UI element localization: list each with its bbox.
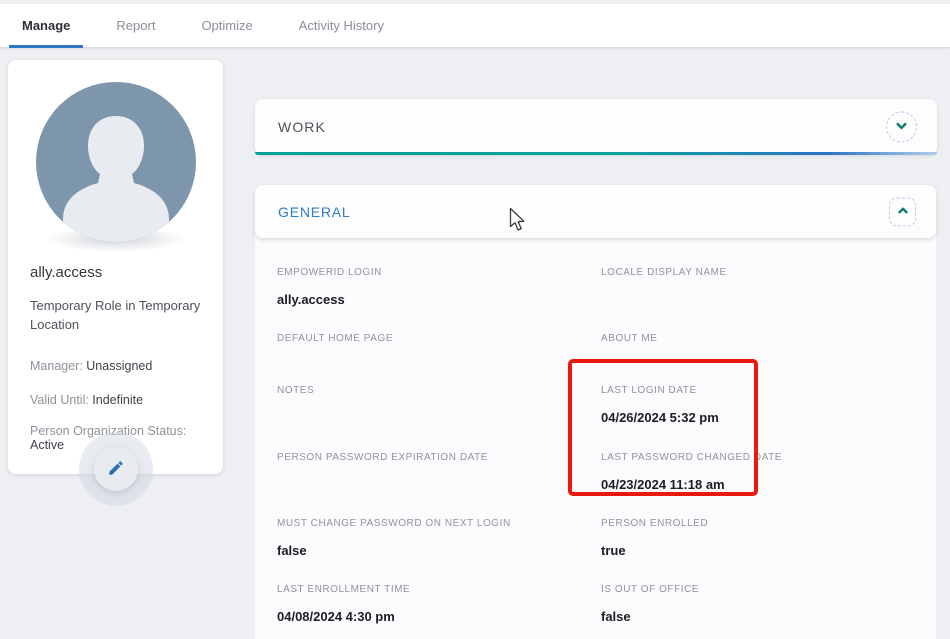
field-value: false [601,609,913,624]
field-person-enrolled: PERSON ENROLLED true [601,518,913,584]
field-is-out-of-office: IS OUT OF OFFICE false [601,584,913,639]
field-locale-display-name: LOCALE DISPLAY NAME [601,267,913,333]
field-label: PERSON ENROLLED [601,518,913,530]
tab-optimize[interactable]: Optimize [191,4,262,47]
section-general: GENERAL EMPOWERID LOGIN ally.access LOCA… [255,185,936,639]
field-label: EMPOWERID LOGIN [277,267,601,279]
valid-until-value: Indefinite [92,393,143,407]
field-last-login-date: LAST LOGIN DATE 04/26/2024 5:32 pm [601,385,913,452]
field-label: LOCALE DISPLAY NAME [601,267,913,279]
field-notes: NOTES [277,385,601,452]
field-empowerid-login: EMPOWERID LOGIN ally.access [277,267,601,333]
field-label: DEFAULT HOME PAGE [277,333,601,345]
org-status-value: Active [30,438,64,452]
field-default-home-page: DEFAULT HOME PAGE [277,333,601,385]
work-expand-button[interactable] [886,112,917,143]
field-must-change-password: MUST CHANGE PASSWORD ON NEXT LOGIN false [277,518,601,584]
field-last-enrollment-time: LAST ENROLLMENT TIME 04/08/2024 4:30 pm [277,584,601,639]
field-label: PERSON PASSWORD EXPIRATION DATE [277,452,601,464]
chevron-up-icon [896,203,910,220]
section-work-title: WORK [255,119,326,135]
field-label: ABOUT ME [601,333,913,345]
field-value: 04/23/2024 11:18 am [601,477,913,492]
avatar [36,82,196,242]
profile-role: Temporary Role in Temporary Location [30,297,201,335]
field-label: LAST LOGIN DATE [601,385,913,397]
pencil-icon [107,459,125,480]
chevron-down-icon [894,118,909,136]
profile-card: ally.access Temporary Role in Temporary … [8,60,223,474]
section-general-title: GENERAL [255,204,351,220]
edit-profile-button[interactable] [94,447,138,491]
field-value: true [601,543,913,558]
person-silhouette-icon [36,82,196,242]
valid-until-label: Valid Until: [30,393,92,407]
field-value: false [277,543,601,558]
tab-report[interactable]: Report [106,4,165,47]
field-person-password-expiration-date: PERSON PASSWORD EXPIRATION DATE [277,452,601,518]
manager-value: Unassigned [86,359,152,373]
field-label: MUST CHANGE PASSWORD ON NEXT LOGIN [277,518,601,530]
field-label: LAST PASSWORD CHANGED DATE [601,452,913,464]
field-label: IS OUT OF OFFICE [601,584,913,596]
section-general-header: GENERAL [255,185,936,238]
tab-manage[interactable]: Manage [12,4,80,47]
field-label: LAST ENROLLMENT TIME [277,584,601,596]
top-tab-bar: Manage Report Optimize Activity History [0,4,950,48]
manager-label: Manager: [30,359,86,373]
field-value: 04/08/2024 4:30 pm [277,609,601,624]
field-value: ally.access [277,292,601,307]
profile-valid-until: Valid Until: Indefinite [30,393,201,407]
tab-activity-history[interactable]: Activity History [289,4,394,47]
field-label: NOTES [277,385,601,397]
field-value: 04/26/2024 5:32 pm [601,410,913,425]
profile-name: ally.access [30,264,223,281]
general-fields: EMPOWERID LOGIN ally.access LOCALE DISPL… [255,238,936,639]
field-about-me: ABOUT ME [601,333,913,385]
section-work: WORK [255,99,937,155]
page: Manage Report Optimize Activity History … [0,0,950,639]
field-last-password-changed-date: LAST PASSWORD CHANGED DATE 04/23/2024 11… [601,452,913,518]
profile-manager: Manager: Unassigned [30,359,201,373]
general-collapse-button[interactable] [889,197,916,226]
